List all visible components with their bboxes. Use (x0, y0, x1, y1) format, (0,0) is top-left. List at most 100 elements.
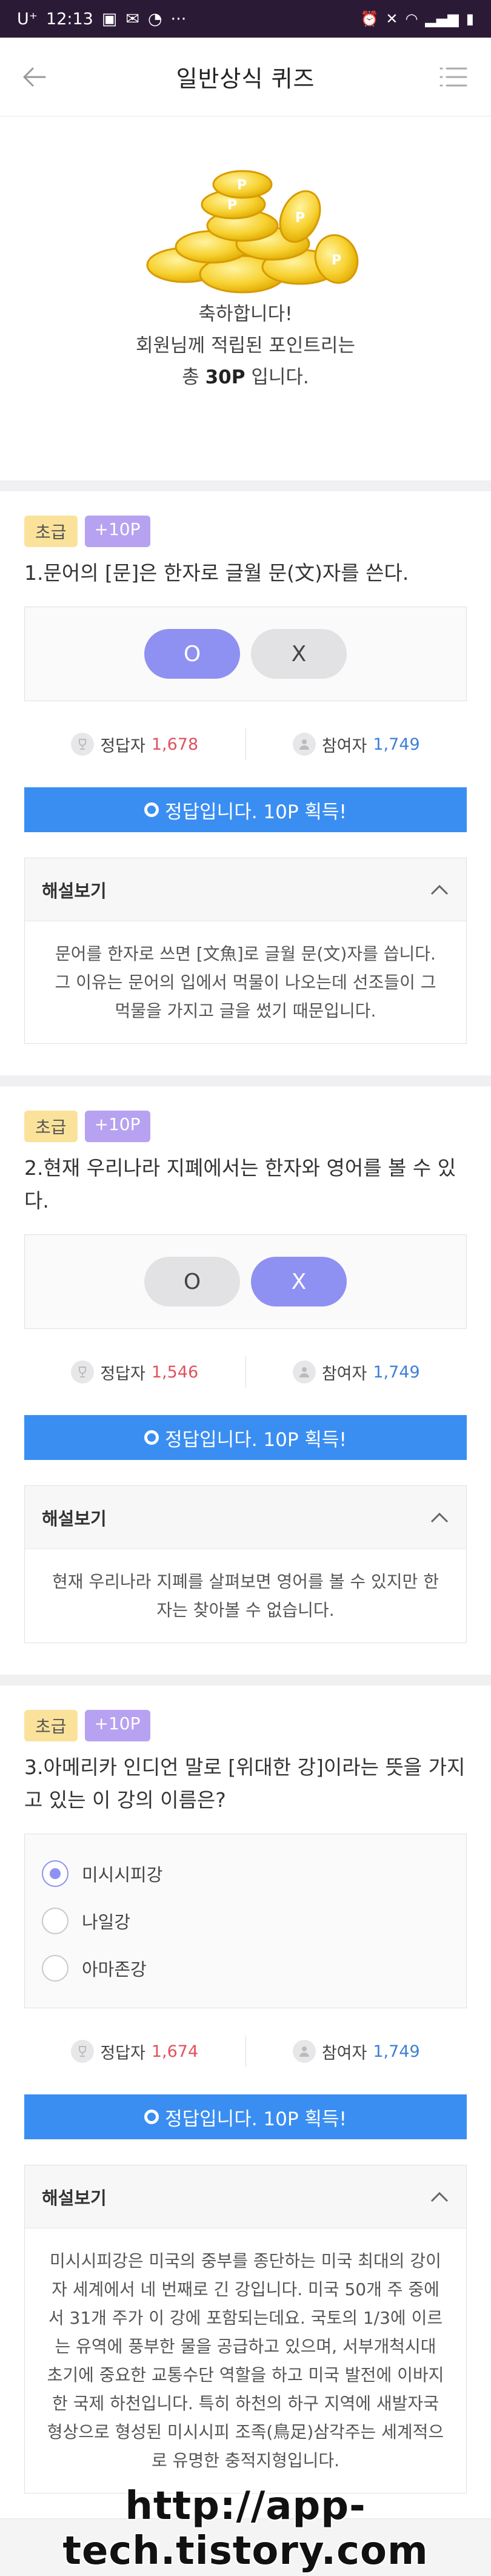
section-divider (0, 1075, 491, 1086)
svg-text:P: P (237, 178, 247, 193)
more-notifications: ··· (170, 9, 187, 29)
congrats-section: P P P P 축하합니다! 회원님께 적립된 포인트리는 총 30P 입니다. (0, 116, 491, 480)
question-text: 3.아메리카 인디언 말로 [위대한 강]이라는 뜻을 가지고 있는 이 강의 … (24, 1755, 466, 1812)
quiz-stats: 정답자 1,674 참여자 1,749 (24, 2022, 467, 2081)
person-icon (292, 2040, 316, 2063)
result-text: 정답입니다. 10P 획득! (165, 2108, 347, 2130)
svg-text:P: P (332, 253, 341, 268)
point-badge: +10P (84, 1710, 150, 1741)
answer-x-button[interactable]: X (251, 629, 347, 679)
explanation-title: 해설보기 (42, 1508, 107, 1529)
explanation-toggle[interactable]: 해설보기 (25, 2165, 466, 2228)
trophy-icon (71, 733, 95, 756)
participants-count: 1,749 (373, 735, 420, 754)
message-notification-icon: ✉ (125, 9, 139, 29)
person-icon (292, 1360, 316, 1384)
svg-text:P: P (227, 198, 237, 213)
participants-label: 참여자 (321, 736, 367, 756)
explanation-toggle[interactable]: 해설보기 (25, 1486, 466, 1549)
question-text: 1.문어의 [문]은 한자로 글월 문(文)자를 쓴다. (24, 561, 409, 585)
radio-selected[interactable] (42, 1860, 68, 1887)
explanation-panel: 해설보기 문어를 한자로 쓰면 [文魚]로 글월 문(文)자를 씁니다. 그 이… (24, 858, 467, 1044)
explanation-panel: 해설보기 미시시피강은 미국의 중부를 종단하는 미국 최대의 강이자 세계에서… (24, 2165, 467, 2494)
participants-count: 1,749 (373, 1362, 420, 1382)
points-total: 30P (205, 366, 246, 388)
answer-x-button[interactable]: X (251, 1257, 347, 1306)
explanation-title: 해설보기 (42, 2187, 107, 2208)
chevron-up-icon (430, 884, 449, 895)
result-text: 정답입니다. 10P 획득! (165, 801, 347, 823)
chevron-up-icon (430, 1512, 449, 1522)
option-label: 아마존강 (82, 1959, 147, 1980)
correct-label: 정답자 (100, 1364, 145, 1384)
option-mississippi[interactable]: 미시시피강 (42, 1850, 449, 1897)
answer-options: O X (24, 607, 467, 701)
option-label: 나일강 (82, 1912, 131, 1932)
result-text: 정답입니다. 10P 획득! (165, 1428, 347, 1451)
point-badge: +10P (84, 516, 150, 547)
option-label: 미시시피강 (82, 1865, 163, 1885)
option-nile[interactable]: 나일강 (42, 1897, 449, 1945)
radio-button[interactable] (42, 1955, 68, 1982)
watermark-text: http://app-tech.tistory.com (62, 2484, 429, 2574)
correct-label: 정답자 (100, 2043, 145, 2063)
result-banner: 정답입니다. 10P 획득! (24, 787, 467, 832)
carrier-label: U⁺ (17, 9, 38, 29)
explanation-toggle[interactable]: 해설보기 (25, 858, 466, 921)
correct-count: 1,678 (151, 735, 199, 754)
correct-count: 1,674 (151, 2042, 199, 2061)
answer-o-button[interactable]: O (144, 1257, 240, 1306)
app-bar: 일반상식 퀴즈 (0, 38, 491, 116)
participants-label: 참여자 (321, 1364, 367, 1384)
participants-count: 1,749 (373, 2042, 420, 2061)
wifi-icon: ◠ (405, 10, 418, 27)
section-divider (0, 480, 491, 491)
level-badge: 초급 (24, 516, 78, 547)
trophy-icon (71, 2040, 95, 2063)
congrats-message: 축하합니다! (198, 303, 293, 325)
participants-label: 참여자 (321, 2043, 367, 2063)
alarm-icon: ⏰ (360, 10, 379, 27)
explanation-panel: 해설보기 현재 우리나라 지폐를 살펴보면 영어를 볼 수 있지만 한자는 찾아… (24, 1485, 467, 1643)
timer-notification-icon: ◔ (147, 9, 162, 29)
battery-icon: ▮ (466, 10, 474, 27)
level-badge: 초급 (24, 1111, 78, 1142)
explanation-text: 문어를 한자로 쓰면 [文魚]로 글월 문(文)자를 씁니다. 그 이유는 문어… (55, 944, 436, 1021)
quiz-stats: 정답자 1,546 참여자 1,749 (24, 1342, 467, 1402)
explanation-title: 해설보기 (42, 880, 107, 901)
circle-icon (144, 1430, 159, 1445)
quiz-card: 초급 +10P 3.아메리카 인디언 말로 [위대한 강]이라는 뜻을 가지고 … (0, 1686, 491, 2525)
points-summary: 총 30P 입니다. (182, 366, 309, 388)
trophy-icon (71, 1360, 95, 1384)
level-badge: 초급 (24, 1710, 78, 1741)
radio-button[interactable] (42, 1908, 68, 1934)
chevron-up-icon (430, 2191, 449, 2202)
coin-pile-illustration: P P P P (146, 170, 359, 294)
correct-label: 정답자 (100, 736, 145, 756)
gallery-notification-icon: ▣ (101, 9, 118, 29)
explanation-text: 미시시피강은 미국의 중부를 종단하는 미국 최대의 강이자 세계에서 네 번째… (47, 2251, 444, 2470)
svg-text:P: P (295, 210, 305, 226)
page-title: 일반상식 퀴즈 (176, 66, 315, 92)
quiz-stats: 정답자 1,678 참여자 1,749 (24, 715, 467, 774)
result-banner: 정답입니다. 10P 획득! (24, 1415, 467, 1460)
circle-icon (144, 2110, 159, 2124)
mute-icon: ✕ (386, 10, 398, 27)
section-divider (0, 1675, 491, 1686)
circle-icon (144, 802, 159, 817)
question-text: 2.현재 우리나라 지폐에서는 한자와 영어를 볼 수 있다. (24, 1156, 456, 1212)
signal-icon: ▂▄▆ (425, 10, 459, 27)
answer-o-button[interactable]: O (144, 629, 240, 679)
answer-options: 미시시피강 나일강 아마존강 (24, 1834, 467, 2008)
explanation-text: 현재 우리나라 지폐를 살펴보면 영어를 볼 수 있지만 한자는 찾아볼 수 없… (52, 1572, 439, 1620)
person-icon (292, 733, 316, 756)
result-banner: 정답입니다. 10P 획득! (24, 2094, 467, 2139)
quiz-card: 초급 +10P 2.현재 우리나라 지폐에서는 한자와 영어를 볼 수 있다. … (0, 1086, 491, 1675)
menu-icon[interactable] (439, 66, 468, 89)
status-bar: U⁺ 12:13 ▣ ✉ ◔ ··· ⏰ ✕ ◠ ▂▄▆ ▮ (0, 0, 491, 38)
point-badge: +10P (84, 1111, 150, 1142)
congrats-subtitle: 회원님께 적립된 포인트리는 (136, 335, 355, 357)
back-arrow-icon[interactable] (19, 62, 50, 92)
answer-options: O X (24, 1234, 467, 1329)
option-amazon[interactable]: 아마존강 (42, 1945, 449, 1992)
